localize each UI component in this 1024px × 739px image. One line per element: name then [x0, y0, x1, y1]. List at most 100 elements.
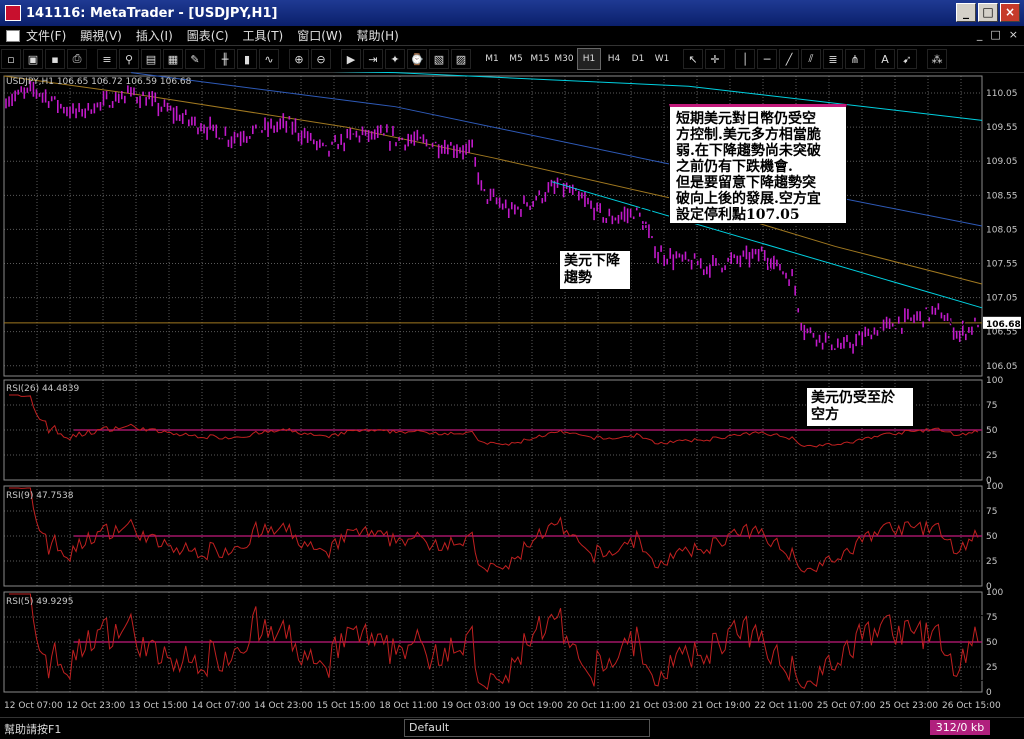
note-line: 空方 — [811, 407, 839, 423]
arrow-tool-icon[interactable]: ➹ — [897, 49, 917, 69]
minimize-button[interactable]: _ — [956, 3, 976, 22]
rsi-tick-label: 100 — [986, 588, 1003, 598]
menu-insert[interactable]: 插入(I) — [136, 27, 173, 44]
time-label: 20 Oct 11:00 — [567, 701, 626, 711]
time-label: 12 Oct 23:00 — [67, 701, 126, 711]
note-line: 設定停利點107.05 — [676, 207, 800, 223]
maximize-button[interactable]: □ — [978, 3, 998, 22]
close-button[interactable]: × — [1000, 3, 1020, 22]
mdi-minimize-button[interactable]: _ — [977, 28, 983, 41]
gann-icon[interactable]: ⋔ — [845, 49, 865, 69]
note-line: 方控制.美元多方相當脆 — [676, 127, 821, 143]
time-label: 22 Oct 11:00 — [754, 701, 813, 711]
timeframe-m15[interactable]: M15 — [529, 49, 551, 69]
downtrend-note[interactable]: 美元下降 趨勢 — [559, 250, 631, 290]
menu-help[interactable]: 幫助(H) — [356, 27, 398, 44]
menu-view[interactable]: 顯視(V) — [80, 27, 122, 44]
analysis-note[interactable]: 短期美元對日幣仍受空 方控制.美元多方相當脆 弱.在下降趨勢尚未突破 之前仍有下… — [669, 104, 847, 224]
template2-icon[interactable]: ▨ — [451, 49, 471, 69]
template-icon[interactable]: ▧ — [429, 49, 449, 69]
rsi-tick-label: 75 — [986, 401, 997, 411]
save-icon[interactable]: ▪ — [45, 49, 65, 69]
timeframe-h4[interactable]: H4 — [603, 49, 625, 69]
rsi-tick-label: 100 — [986, 376, 1003, 386]
trendline-icon[interactable]: ╱ — [779, 49, 799, 69]
periodicity-icon[interactable]: ⌚ — [407, 49, 427, 69]
navigator-icon[interactable]: ⚲ — [119, 49, 139, 69]
metatrader-icon — [5, 5, 21, 21]
status-profile: Default — [404, 719, 650, 737]
menu-file[interactable]: 文件(F) — [26, 27, 66, 44]
note-line: 美元仍受至於 — [811, 390, 895, 406]
time-label: 14 Oct 07:00 — [192, 701, 251, 711]
candlestick-icon[interactable]: ▮ — [237, 49, 257, 69]
note-line: 破向上後的發展.空方宜 — [676, 191, 821, 207]
timeframe-m30[interactable]: M30 — [553, 49, 575, 69]
chart-header: USDJPY,H1 106.65 106.72 106.59 106.68 — [6, 77, 192, 87]
time-label: 21 Oct 03:00 — [629, 701, 688, 711]
status-help: 幫助請按F1 — [4, 723, 62, 736]
menu-bar: 文件(F) 顯視(V) 插入(I) 圖表(C) 工具(T) 窗口(W) 幫助(H… — [0, 26, 1024, 46]
autoscroll-icon[interactable]: ▶ — [341, 49, 361, 69]
channel-icon[interactable]: ⫽ — [801, 49, 821, 69]
timeframe-m1[interactable]: M1 — [481, 49, 503, 69]
timeframe-w1[interactable]: W1 — [651, 49, 673, 69]
terminal-icon[interactable]: ▤ — [141, 49, 161, 69]
price-tick-label: 106.05 — [986, 362, 1018, 372]
price-tick-label: 108.05 — [986, 225, 1018, 235]
print-icon[interactable]: ⎙ — [67, 49, 87, 69]
rsi-tick-label: 75 — [986, 613, 997, 623]
text-tool-icon[interactable]: A — [875, 49, 895, 69]
vertical-line-icon[interactable]: │ — [735, 49, 755, 69]
note-line: 短期美元對日幣仍受空 — [676, 111, 816, 127]
rsi-tick-label: 75 — [986, 507, 997, 517]
rsi-tick-label: 100 — [986, 482, 1003, 492]
timeframe-m5[interactable]: M5 — [505, 49, 527, 69]
fibo-icon[interactable]: ≣ — [823, 49, 843, 69]
time-label: 14 Oct 23:00 — [254, 701, 313, 711]
chart-window-icon[interactable] — [6, 29, 20, 42]
zoom-out-icon[interactable]: ⊖ — [311, 49, 331, 69]
status-traffic: 312/0 kb — [930, 720, 990, 735]
moving-average-line — [131, 72, 983, 227]
timeframe-d1[interactable]: D1 — [627, 49, 649, 69]
price-tick-label: 107.55 — [986, 260, 1018, 270]
line-chart-icon[interactable]: ∿ — [259, 49, 279, 69]
time-label: 19 Oct 03:00 — [442, 701, 501, 711]
rsi-note[interactable]: 美元仍受至於 空方 — [806, 387, 914, 427]
current-price-label: 106.68 — [986, 320, 1021, 330]
bar-chart-icon[interactable]: ╫ — [215, 49, 235, 69]
indicators-icon[interactable]: ✦ — [385, 49, 405, 69]
rsi-tick-label: 50 — [986, 426, 998, 436]
chart-shift-icon[interactable]: ⇥ — [363, 49, 383, 69]
market-watch-icon[interactable]: ≡ — [97, 49, 117, 69]
crosshair-icon[interactable]: ✛ — [705, 49, 725, 69]
menu-tools[interactable]: 工具(T) — [243, 27, 284, 44]
rsi-tick-label: 25 — [986, 451, 997, 461]
open-icon[interactable]: ▣ — [23, 49, 43, 69]
zoom-in-icon[interactable]: ⊕ — [289, 49, 309, 69]
options-icon[interactable]: ⁂ — [927, 49, 947, 69]
mdi-close-button[interactable]: × — [1009, 28, 1018, 41]
rsi-tick-label: 50 — [986, 638, 998, 648]
note-line: 但是要留意下降趨勢突 — [676, 175, 816, 191]
timeframe-h1[interactable]: H1 — [577, 48, 601, 70]
new-chart-icon[interactable]: ▫ — [1, 49, 21, 69]
expert-icon[interactable]: ✎ — [185, 49, 205, 69]
note-line: 之前仍有下跌機會. — [676, 159, 793, 175]
note-line: 美元下降 — [564, 253, 620, 269]
touch-circle — [948, 308, 967, 328]
status-bar: 幫助請按F1 Default 312/0 kb — [0, 717, 1024, 739]
time-label: 26 Oct 15:00 — [942, 701, 1001, 711]
time-label: 25 Oct 23:00 — [879, 701, 938, 711]
rsi26-label: RSI(26) 44.4839 — [6, 384, 79, 394]
rsi-line — [9, 487, 979, 573]
menu-window[interactable]: 窗口(W) — [297, 27, 342, 44]
time-label: 25 Oct 07:00 — [817, 701, 876, 711]
menu-chart[interactable]: 圖表(C) — [187, 27, 229, 44]
price-tick-label: 110.05 — [986, 89, 1018, 99]
horizontal-line-icon[interactable]: ─ — [757, 49, 777, 69]
properties-icon[interactable]: ▦ — [163, 49, 183, 69]
mdi-restore-button[interactable]: □ — [990, 28, 1000, 41]
cursor-icon[interactable]: ↖ — [683, 49, 703, 69]
